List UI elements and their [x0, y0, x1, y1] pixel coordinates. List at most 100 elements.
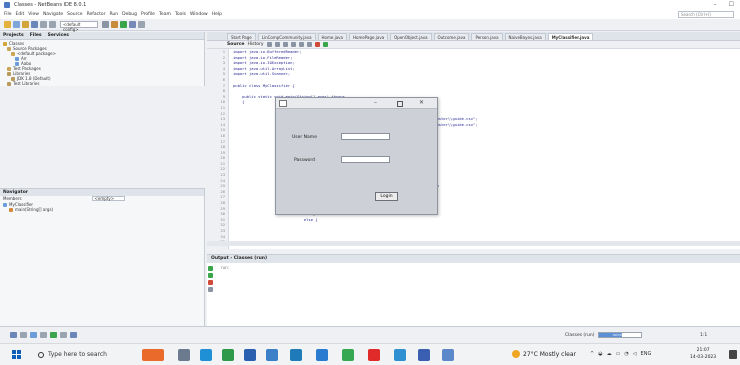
- menu-run[interactable]: Run: [109, 12, 118, 17]
- title-bar: Classes - NetBeans IDE 8.0.1 – ☐: [0, 0, 740, 10]
- maximize-icon[interactable]: ☐: [729, 1, 734, 8]
- notification-center-icon[interactable]: [729, 350, 737, 359]
- tab-start-page[interactable]: Start Page: [227, 32, 256, 40]
- tab-files[interactable]: Files: [30, 33, 42, 38]
- members-filter-select[interactable]: <empty>: [91, 196, 126, 201]
- password-input[interactable]: [341, 156, 390, 163]
- minimize-icon[interactable]: –: [714, 1, 717, 8]
- weather-widget[interactable]: 27°C Mostly clear: [512, 350, 576, 358]
- tray-chevron-icon[interactable]: ^: [590, 351, 594, 357]
- taskbar-search-input[interactable]: Type here to search: [36, 349, 128, 361]
- tray-cloud-icon[interactable]: ☁: [607, 351, 612, 357]
- menu-help[interactable]: Help: [212, 12, 222, 17]
- tab-projects[interactable]: Projects: [3, 33, 24, 38]
- redo-icon[interactable]: [49, 21, 56, 28]
- undo-icon[interactable]: [40, 21, 47, 28]
- menu-file[interactable]: File: [4, 12, 12, 17]
- windows-start-icon[interactable]: [12, 350, 22, 360]
- tray-language[interactable]: ENG: [641, 351, 652, 357]
- taskbar-clock[interactable]: 21:07 14-03-2023: [690, 347, 716, 361]
- task-view-icon[interactable]: [178, 349, 190, 361]
- tab-outcome[interactable]: Outcome.java: [433, 32, 470, 40]
- photos-icon[interactable]: [266, 349, 278, 361]
- menu-profile[interactable]: Profile: [141, 12, 155, 17]
- dialog-minimize-icon[interactable]: –: [374, 99, 377, 106]
- username-input[interactable]: [341, 133, 390, 140]
- tray-wifi-icon[interactable]: ◔: [624, 351, 628, 357]
- defender-icon[interactable]: [418, 349, 430, 361]
- menu-tools[interactable]: Tools: [175, 12, 186, 17]
- tray-network-icon[interactable]: ◒: [598, 351, 602, 357]
- open-project-icon[interactable]: [22, 21, 29, 28]
- tree-item-test-libraries[interactable]: Test Libraries: [0, 81, 204, 86]
- ide-search-input[interactable]: Search (Ctrl+I): [678, 11, 734, 18]
- run-macro-icon[interactable]: [322, 42, 328, 47]
- menu-window[interactable]: Window: [190, 12, 208, 17]
- menu-edit[interactable]: Edit: [16, 12, 25, 17]
- tab-myclassifier[interactable]: MyClassifier.java: [547, 32, 594, 40]
- run-icon[interactable]: [120, 21, 127, 28]
- login-button[interactable]: Login: [375, 192, 398, 201]
- tab-naivebayes[interactable]: NaiveBayes.java: [504, 32, 546, 40]
- menu-view[interactable]: View: [28, 12, 39, 17]
- netbeans-taskbar-icon[interactable]: [394, 349, 406, 361]
- menu-team[interactable]: Team: [159, 12, 171, 17]
- rerun-with-params-icon[interactable]: [208, 273, 213, 278]
- edge-icon[interactable]: [200, 349, 212, 361]
- dialog-maximize-icon[interactable]: [397, 101, 403, 107]
- tray-battery-icon[interactable]: ▭: [616, 351, 621, 357]
- status-icon-3[interactable]: [30, 332, 37, 338]
- build-icon[interactable]: [102, 21, 109, 28]
- rerun-icon[interactable]: [208, 266, 213, 271]
- store-icon[interactable]: [222, 349, 234, 361]
- package-icon: [11, 51, 15, 56]
- mail-icon[interactable]: [244, 349, 256, 361]
- tray-volume-icon[interactable]: ◁: [633, 351, 637, 357]
- stop-macro-icon[interactable]: [314, 42, 320, 47]
- clean-build-icon[interactable]: [111, 21, 118, 28]
- menu-navigate[interactable]: Navigate: [43, 12, 63, 17]
- navigator-item-main[interactable]: main(String[] args): [0, 207, 204, 212]
- output-settings-icon[interactable]: [208, 287, 213, 292]
- shift-left-icon[interactable]: [298, 42, 304, 47]
- dialog-close-icon[interactable]: ✕: [419, 99, 424, 106]
- editor-horizontal-scrollbar[interactable]: [207, 241, 740, 246]
- status-icon-2[interactable]: [20, 332, 27, 338]
- tab-lincompcommunity[interactable]: LinCompCommunity.java: [257, 32, 316, 40]
- youtube-icon[interactable]: [368, 349, 380, 361]
- tab-home[interactable]: Home.java: [317, 32, 347, 40]
- tab-history[interactable]: History: [247, 42, 263, 47]
- profile-icon[interactable]: [138, 21, 145, 28]
- java-taskbar-icon[interactable]: [442, 349, 454, 361]
- word-icon[interactable]: [290, 349, 302, 361]
- tab-person[interactable]: Person.java: [471, 32, 503, 40]
- save-all-icon[interactable]: [31, 21, 38, 28]
- status-icon-6[interactable]: [60, 332, 67, 338]
- menu-refactor[interactable]: Refactor: [87, 12, 106, 17]
- menu-debug[interactable]: Debug: [122, 12, 137, 17]
- status-icon-5[interactable]: [50, 332, 57, 338]
- toggle-bookmark-icon[interactable]: [290, 42, 296, 47]
- debug-icon[interactable]: [129, 21, 136, 28]
- back-icon[interactable]: [266, 42, 272, 47]
- news-widget-icon[interactable]: [142, 349, 164, 361]
- tab-homepage[interactable]: HomePage.java: [349, 32, 389, 40]
- shift-right-icon[interactable]: [306, 42, 312, 47]
- tab-source[interactable]: Source: [227, 42, 244, 47]
- code-line[interactable]: else {: [233, 217, 733, 223]
- chrome-icon[interactable]: [342, 349, 354, 361]
- find-icon[interactable]: [282, 42, 288, 47]
- status-icon-7[interactable]: [70, 332, 77, 338]
- config-select[interactable]: <default config>: [60, 21, 98, 32]
- new-project-icon[interactable]: [4, 21, 11, 28]
- dialog-titlebar[interactable]: – ✕: [276, 98, 437, 109]
- tab-openobject[interactable]: OpenObject.java: [390, 32, 432, 40]
- people-icon[interactable]: [316, 349, 328, 361]
- forward-icon[interactable]: [274, 42, 280, 47]
- notifications-icon[interactable]: [10, 332, 17, 338]
- new-file-icon[interactable]: [13, 21, 20, 28]
- tab-services[interactable]: Services: [48, 33, 69, 38]
- stop-icon[interactable]: [208, 280, 213, 285]
- status-icon-4[interactable]: [40, 332, 47, 338]
- menu-source[interactable]: Source: [67, 12, 82, 17]
